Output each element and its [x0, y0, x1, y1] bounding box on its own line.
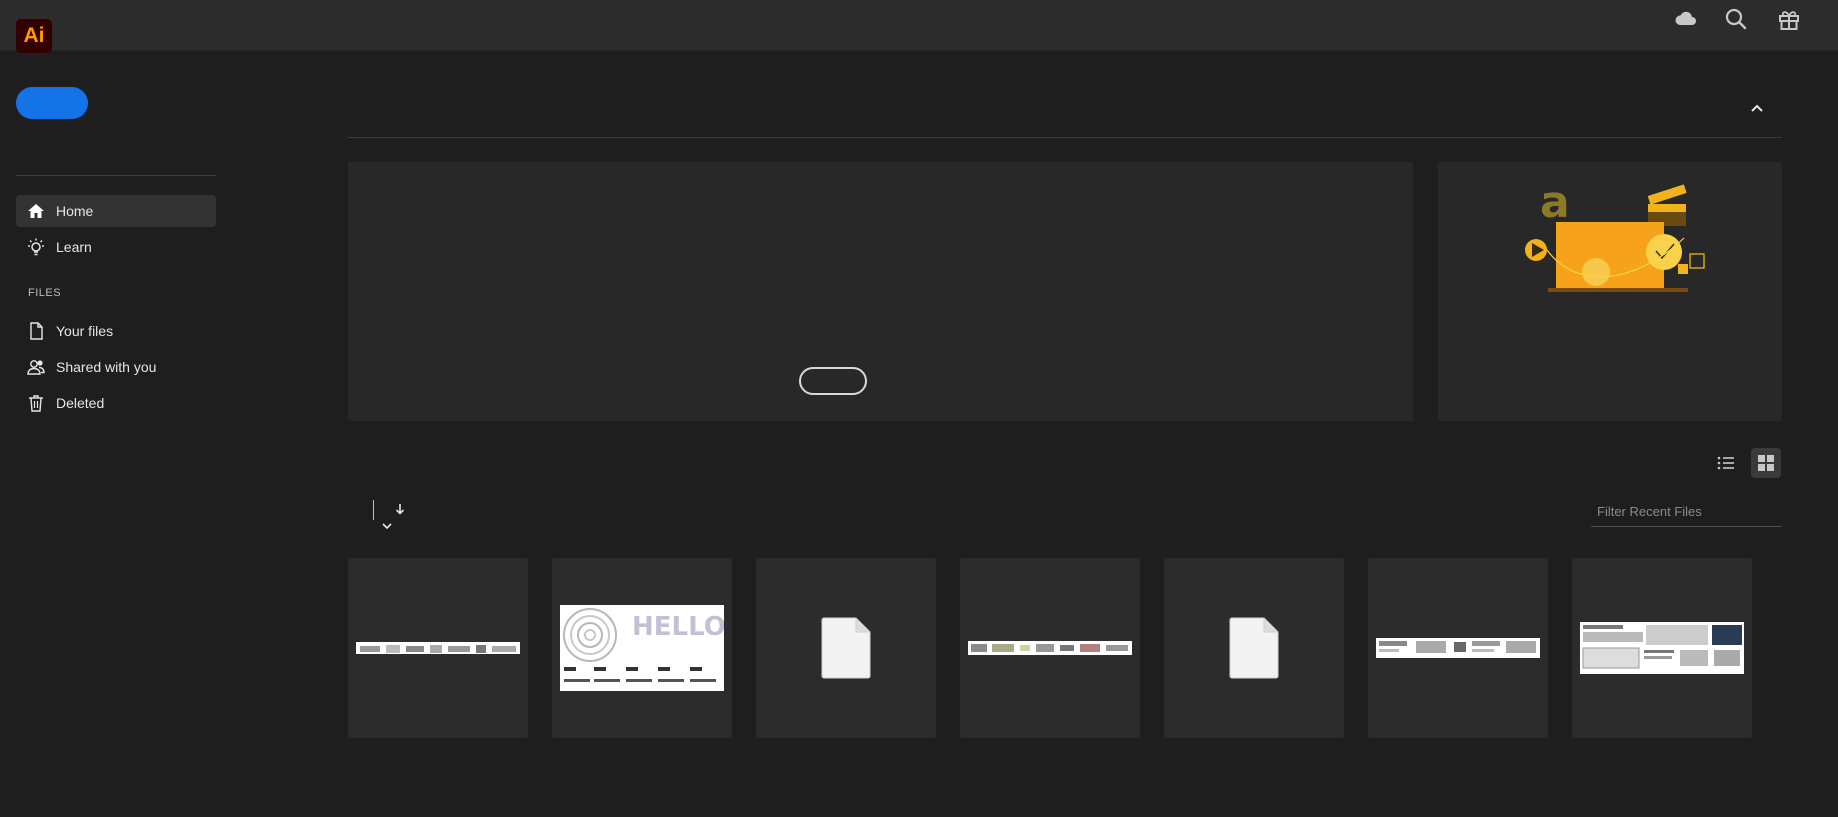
- chevron-down-icon[interactable]: [380, 520, 394, 532]
- document-icon: [26, 321, 46, 341]
- promo-card[interactable]: a: [1438, 162, 1782, 421]
- file-thumbnail: HELLO FRESH: [560, 605, 831, 691]
- search-icon[interactable]: [1723, 6, 1749, 32]
- hello-fresh-text: HELLO FRESH: [632, 612, 724, 642]
- generic-document-icon: [821, 617, 871, 679]
- file-card[interactable]: [756, 558, 936, 738]
- file-thumbnail: [356, 642, 520, 654]
- sidebar-item-label: Shared with you: [56, 359, 157, 375]
- home-icon: [26, 201, 46, 221]
- sidebar-item-label: Learn: [56, 239, 92, 255]
- file-thumbnail: [1376, 638, 1540, 658]
- filter-recent-files-input[interactable]: [1591, 497, 1782, 527]
- collapse-banner-button[interactable]: [1748, 98, 1766, 118]
- grid-view-icon: [1758, 455, 1774, 471]
- hero-action-button[interactable]: [799, 367, 867, 395]
- file-thumbnail: [1580, 622, 1744, 674]
- sidebar-item-label: Home: [56, 203, 94, 219]
- hero-banner: [348, 162, 1413, 421]
- arrow-down-icon[interactable]: [393, 502, 407, 516]
- list-view-button[interactable]: [1711, 448, 1741, 478]
- sidebar-item-label: Your files: [56, 323, 114, 339]
- create-new-button[interactable]: [16, 87, 88, 119]
- shared-users-icon: [26, 357, 46, 377]
- file-card[interactable]: HELLO FRESH: [552, 558, 831, 738]
- sidebar-item-label: Deleted: [56, 395, 105, 411]
- illustrator-logo[interactable]: Ai: [16, 19, 52, 53]
- grid-view-button[interactable]: [1751, 448, 1781, 478]
- svg-text:a: a: [1540, 177, 1570, 228]
- generic-document-icon: [1229, 617, 1279, 679]
- file-card[interactable]: [348, 558, 528, 738]
- sidebar-item-shared-with-you[interactable]: Shared with you: [16, 351, 216, 383]
- list-view-icon: [1717, 456, 1734, 470]
- sidebar-item-deleted[interactable]: Deleted: [16, 387, 216, 419]
- file-card[interactable]: [1164, 558, 1344, 738]
- gift-icon[interactable]: [1776, 6, 1802, 32]
- file-thumbnail: [968, 641, 1132, 655]
- banner-divider: [348, 137, 1782, 138]
- laptop-illustration-icon: a: [1525, 177, 1705, 292]
- lightbulb-icon: [26, 237, 46, 257]
- sort-divider: [373, 500, 374, 520]
- sidebar-item-learn[interactable]: Learn: [16, 231, 216, 263]
- sidebar-divider: [16, 175, 216, 176]
- sidebar-item-home[interactable]: Home: [16, 195, 216, 227]
- cloud-icon[interactable]: [1673, 6, 1699, 32]
- files-section-label: FILES: [28, 287, 62, 299]
- file-card[interactable]: [1572, 558, 1752, 738]
- file-card[interactable]: [960, 558, 1140, 738]
- trash-icon: [26, 393, 46, 413]
- top-bar: Ai: [0, 0, 1838, 53]
- sidebar-item-your-files[interactable]: Your files: [16, 315, 216, 347]
- file-card[interactable]: [1368, 558, 1548, 738]
